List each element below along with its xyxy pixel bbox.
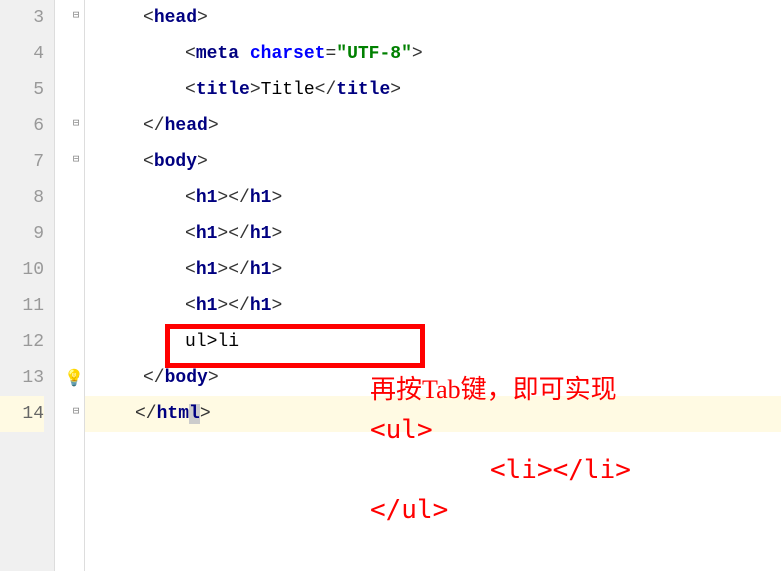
code-line[interactable]: <body> bbox=[85, 144, 781, 180]
code-line[interactable]: <h1></h1> bbox=[85, 216, 781, 252]
code-line[interactable]: <title>Title</title> bbox=[85, 72, 781, 108]
code-line[interactable]: <head> bbox=[85, 0, 781, 36]
code-line[interactable]: <h1></h1> bbox=[85, 288, 781, 324]
line-number: 4 bbox=[0, 36, 44, 72]
code-line-emmet[interactable]: ul>li bbox=[85, 324, 781, 360]
line-number: 5 bbox=[0, 72, 44, 108]
code-line[interactable]: <h1></h1> bbox=[85, 180, 781, 216]
fold-close-icon[interactable]: ⊟ bbox=[70, 118, 82, 130]
code-line[interactable]: <meta charset="UTF-8"> bbox=[85, 36, 781, 72]
line-number: 11 bbox=[0, 288, 44, 324]
line-number-current: 14 bbox=[0, 396, 44, 432]
line-number: 13 bbox=[0, 360, 44, 396]
line-number: 3 bbox=[0, 0, 44, 36]
annotation-line: 再按Tab键，即可实现 bbox=[370, 370, 631, 410]
fold-close-icon[interactable]: ⊟ bbox=[70, 406, 82, 418]
code-line[interactable]: <h1></h1> bbox=[85, 252, 781, 288]
line-number: 12 bbox=[0, 324, 44, 360]
fold-open-icon[interactable]: ⊟ bbox=[70, 154, 82, 166]
line-number: 8 bbox=[0, 180, 44, 216]
annotation-line: <li></li> bbox=[370, 450, 631, 490]
line-number: 10 bbox=[0, 252, 44, 288]
annotation-line: <ul> bbox=[370, 410, 631, 450]
line-number: 9 bbox=[0, 216, 44, 252]
annotation-text: 再按Tab键，即可实现 <ul> <li></li> </ul> bbox=[370, 370, 631, 530]
code-line[interactable]: </head> bbox=[85, 108, 781, 144]
fold-marker-column: ⊟ ⊟ ⊟ ⊟💡 ⊟ bbox=[55, 0, 85, 571]
lightbulb-icon[interactable]: 💡 bbox=[64, 368, 84, 388]
line-number: 6 bbox=[0, 108, 44, 144]
fold-open-icon[interactable]: ⊟ bbox=[70, 10, 82, 22]
line-number-gutter: 3 4 5 6 7 8 9 10 11 12 13 14 bbox=[0, 0, 55, 571]
line-number: 7 bbox=[0, 144, 44, 180]
annotation-line: </ul> bbox=[370, 490, 631, 530]
